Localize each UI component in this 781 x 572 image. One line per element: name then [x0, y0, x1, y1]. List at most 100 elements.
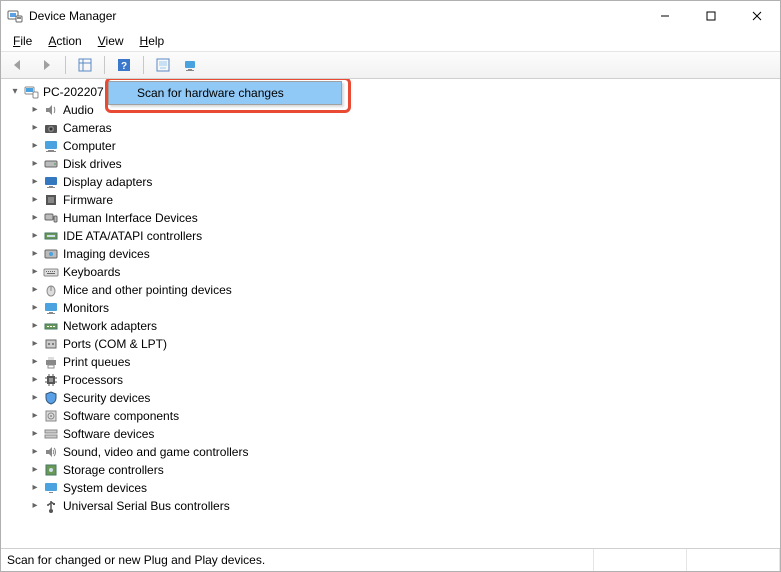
audio-icon — [43, 102, 59, 118]
menu-view[interactable]: View — [90, 32, 132, 50]
tree-item-label: Human Interface Devices — [63, 209, 198, 227]
cpu-icon — [43, 372, 59, 388]
tree-item-label: Universal Serial Bus controllers — [63, 497, 230, 515]
expand-icon[interactable]: ▸ — [29, 122, 41, 134]
menu-file[interactable]: File — [5, 32, 40, 50]
tree-item[interactable]: ▸ Software components — [7, 407, 780, 425]
help-button[interactable]: ? — [111, 53, 137, 77]
tree-item[interactable]: ▸ Sound, video and game controllers — [7, 443, 780, 461]
swdev-icon — [43, 426, 59, 442]
svg-text:?: ? — [121, 61, 127, 72]
tree-item-label: Cameras — [63, 119, 112, 137]
tree-item-label: Display adapters — [63, 173, 152, 191]
expand-icon[interactable]: ▸ — [29, 104, 41, 116]
collapse-icon[interactable]: ▾ — [9, 86, 21, 98]
tree-item-label: Audio — [63, 101, 94, 119]
tree-item[interactable]: ▸Keyboards — [7, 263, 780, 281]
print-icon — [43, 354, 59, 370]
scan-hardware-button[interactable] — [150, 53, 176, 77]
expand-icon[interactable]: ▸ — [29, 464, 41, 476]
close-button[interactable] — [734, 1, 780, 31]
computer-icon — [43, 138, 59, 154]
expand-icon[interactable]: ▸ — [29, 302, 41, 314]
statusbar-text: Scan for changed or new Plug and Play de… — [1, 549, 594, 571]
tree-item-label: Disk drives — [63, 155, 122, 173]
tree-item[interactable]: ▸ Storage controllers — [7, 461, 780, 479]
disk-icon — [43, 156, 59, 172]
system-icon — [43, 480, 59, 496]
tree-item[interactable]: ▸ Processors — [7, 371, 780, 389]
tree-item-label: Storage controllers — [63, 461, 164, 479]
expand-icon[interactable]: ▸ — [29, 338, 41, 350]
expand-icon[interactable]: ▸ — [29, 320, 41, 332]
firmware-icon — [43, 192, 59, 208]
tree-item-label: Software components — [63, 407, 179, 425]
tree-item[interactable]: ▸Computer — [7, 137, 780, 155]
tree-item[interactable]: ▸ Monitors — [7, 299, 780, 317]
window-controls — [642, 1, 780, 31]
tree-item[interactable]: ▸ Imaging devices — [7, 245, 780, 263]
sound-icon — [43, 444, 59, 460]
tree-item[interactable]: ▸ Human Interface Devices — [7, 209, 780, 227]
tree-item[interactable]: ▸ Ports (COM & LPT) — [7, 335, 780, 353]
tree-item[interactable]: ▸Mice and other pointing devices — [7, 281, 780, 299]
tree-item-label: IDE ATA/ATAPI controllers — [63, 227, 202, 245]
tree-item[interactable]: ▸ System devices — [7, 479, 780, 497]
tree-item[interactable]: ▸ Print queues — [7, 353, 780, 371]
device-tree-panel[interactable]: ▾PC-202207▸Audio▸Cameras▸Computer▸Disk d… — [1, 79, 780, 548]
tree-item[interactable]: ▸ Disk drives — [7, 155, 780, 173]
tree-item[interactable]: ▸ Firmware — [7, 191, 780, 209]
usb-icon — [43, 498, 59, 514]
back-button[interactable] — [5, 53, 31, 77]
tree-item[interactable]: ▸Software devices — [7, 425, 780, 443]
context-menu: Scan for hardware changes — [108, 81, 342, 105]
tree-item-label: Monitors — [63, 299, 109, 317]
menu-help[interactable]: Help — [132, 32, 173, 50]
toolbar-separator — [104, 56, 105, 74]
expand-icon[interactable]: ▸ — [29, 140, 41, 152]
tree-item-label: Ports (COM & LPT) — [63, 335, 167, 353]
devices-button[interactable] — [178, 53, 204, 77]
tree-item-label: System devices — [63, 479, 147, 497]
tree-item[interactable]: ▸ Display adapters — [7, 173, 780, 191]
tree-item[interactable]: ▸ Cameras — [7, 119, 780, 137]
expand-icon[interactable]: ▸ — [29, 194, 41, 206]
tree-item-label: Imaging devices — [63, 245, 150, 263]
minimize-button[interactable] — [642, 1, 688, 31]
tree-item[interactable]: ▸ Security devices — [7, 389, 780, 407]
show-hide-tree-button[interactable] — [72, 53, 98, 77]
maximize-button[interactable] — [688, 1, 734, 31]
expand-icon[interactable]: ▸ — [29, 212, 41, 224]
tree-item-label: Firmware — [63, 191, 113, 209]
expand-icon[interactable]: ▸ — [29, 230, 41, 242]
menu-action[interactable]: Action — [40, 32, 89, 50]
ide-icon — [43, 228, 59, 244]
expand-icon[interactable]: ▸ — [29, 410, 41, 422]
tree-item[interactable]: ▸Network adapters — [7, 317, 780, 335]
expand-icon[interactable]: ▸ — [29, 356, 41, 368]
expand-icon[interactable]: ▸ — [29, 446, 41, 458]
expand-icon[interactable]: ▸ — [29, 482, 41, 494]
expand-icon[interactable]: ▸ — [29, 248, 41, 260]
tree-item-label: Print queues — [63, 353, 130, 371]
context-menu-item-scan[interactable]: Scan for hardware changes — [109, 82, 341, 104]
forward-button[interactable] — [33, 53, 59, 77]
tree-item[interactable]: ▸ Universal Serial Bus controllers — [7, 497, 780, 515]
expand-icon[interactable]: ▸ — [29, 158, 41, 170]
expand-icon[interactable]: ▸ — [29, 500, 41, 512]
expand-icon[interactable]: ▸ — [29, 284, 41, 296]
computer-icon — [23, 84, 39, 100]
port-icon — [43, 336, 59, 352]
expand-icon[interactable]: ▸ — [29, 374, 41, 386]
tree-item[interactable]: ▸ IDE ATA/ATAPI controllers — [7, 227, 780, 245]
expand-icon[interactable]: ▸ — [29, 392, 41, 404]
expand-icon[interactable]: ▸ — [29, 428, 41, 440]
tree-item-label: Sound, video and game controllers — [63, 443, 248, 461]
tree-root-label: PC-202207 — [43, 83, 104, 101]
expand-icon[interactable]: ▸ — [29, 176, 41, 188]
tree-item-label: Security devices — [63, 389, 150, 407]
app-icon — [7, 8, 23, 24]
device-tree: ▾PC-202207▸Audio▸Cameras▸Computer▸Disk d… — [7, 83, 780, 515]
expand-icon[interactable]: ▸ — [29, 266, 41, 278]
tree-item-label: Processors — [63, 371, 123, 389]
